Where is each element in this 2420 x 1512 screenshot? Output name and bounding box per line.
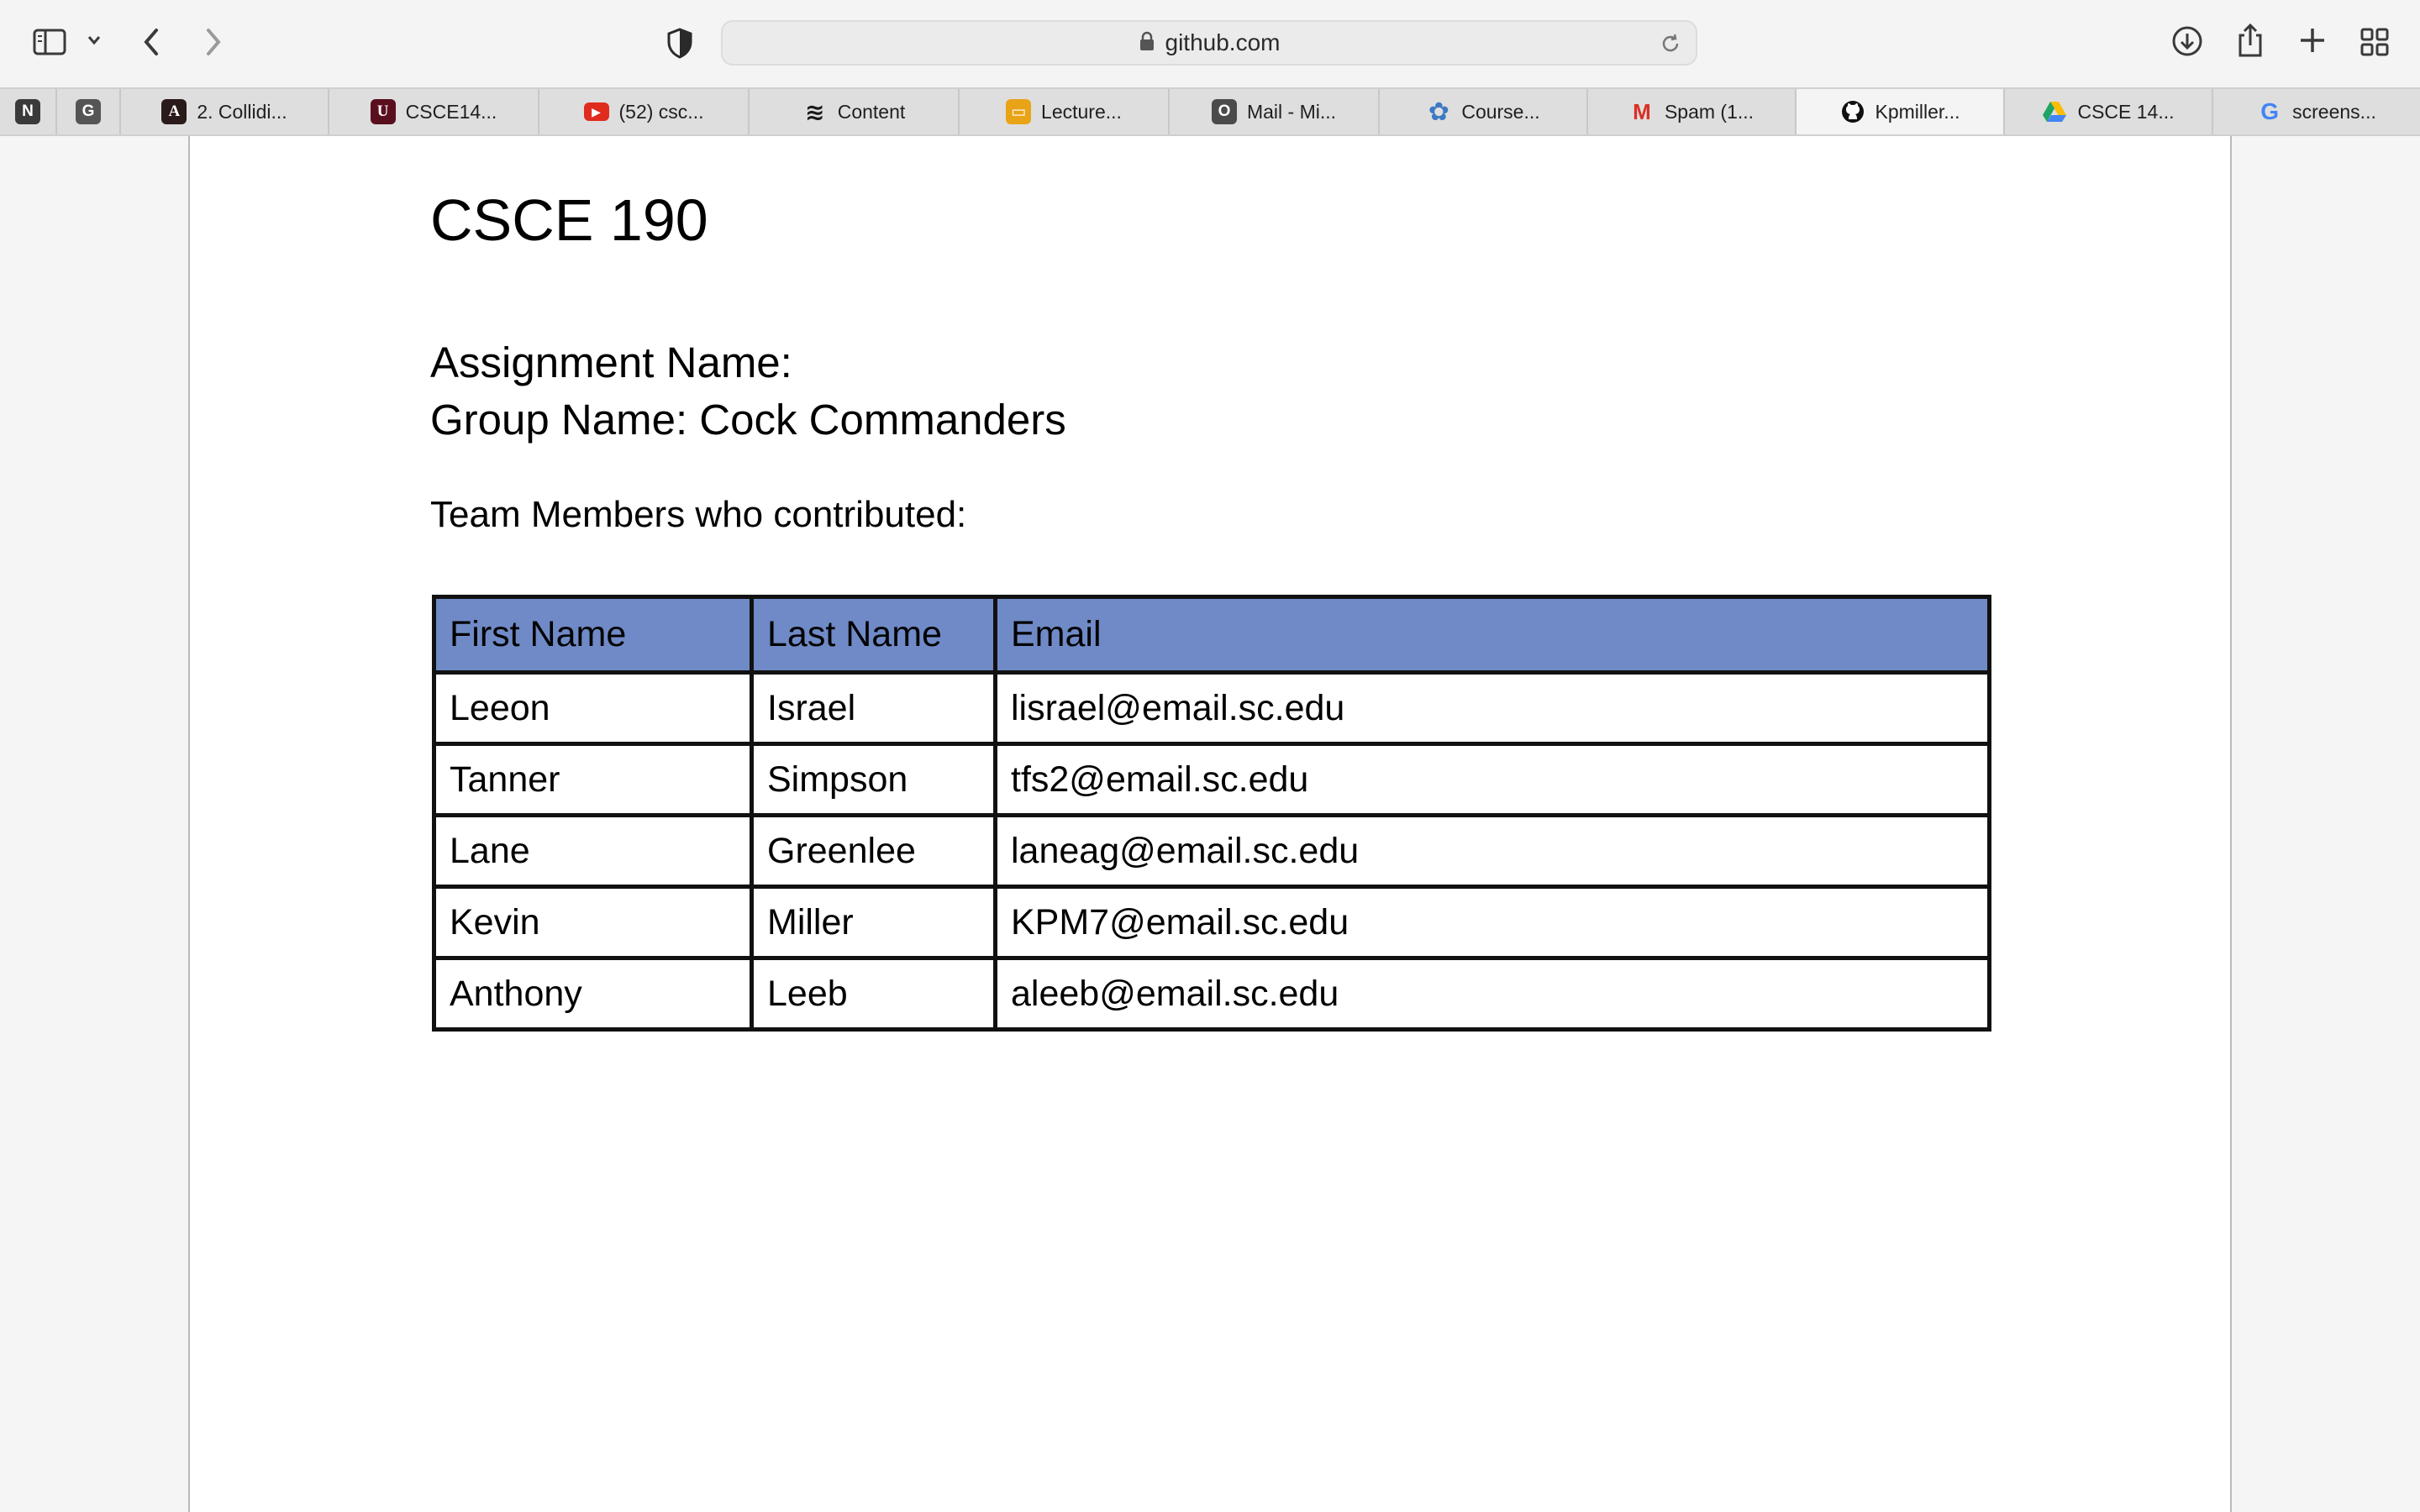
tab-spam[interactable]: M Spam (1... xyxy=(1588,89,1797,134)
cell-email: lisrael@email.sc.edu xyxy=(993,670,1991,746)
new-tab-icon[interactable] xyxy=(2297,25,2328,55)
notion-icon: N xyxy=(15,99,40,124)
tab-label: Course... xyxy=(1461,100,1540,123)
course-icon: ✿ xyxy=(1428,97,1449,126)
tab-overview-icon[interactable] xyxy=(2360,27,2390,57)
book-icon: A xyxy=(161,99,187,124)
tab-course[interactable]: ✿ Course... xyxy=(1380,89,1588,134)
cell-email: tfs2@email.sc.edu xyxy=(993,742,1991,817)
group-name-label: Group Name: Cock Commanders xyxy=(430,396,1066,444)
gradescope-icon: G xyxy=(76,99,101,124)
cell-first-name: Kevin xyxy=(432,885,754,960)
cell-first-name: Leeon xyxy=(432,670,754,746)
page-title: CSCE 190 xyxy=(430,187,708,253)
table-row: Leeon Israel lisrael@email.sc.edu xyxy=(432,670,1991,746)
column-header-first-name: First Name xyxy=(432,595,754,675)
tab-label: 2. Collidi... xyxy=(197,100,287,123)
share-icon[interactable] xyxy=(2235,22,2265,59)
cell-last-name: Greenlee xyxy=(750,813,997,889)
table-header-row: First Name Last Name Email xyxy=(432,595,1991,675)
team-members-label: Team Members who contributed: xyxy=(430,494,967,535)
tab-label: (52) csc... xyxy=(618,100,704,123)
tab-content[interactable]: ≋ Content xyxy=(750,89,960,134)
tab-screenshot-search[interactable]: G screens... xyxy=(2213,89,2420,134)
tab-label: CSCE 14... xyxy=(2077,100,2175,123)
usc-icon: U xyxy=(370,99,396,124)
google-icon: G xyxy=(2260,98,2280,124)
table-row: Tanner Simpson tfs2@email.sc.edu xyxy=(432,742,1991,817)
tab-label: Kpmiller... xyxy=(1875,100,1960,123)
cell-first-name: Anthony xyxy=(432,956,754,1032)
tab-youtube[interactable]: ▶ (52) csc... xyxy=(539,89,750,134)
content-icon: ≋ xyxy=(804,98,825,125)
github-icon xyxy=(1840,99,1865,124)
chevron-down-icon[interactable] xyxy=(86,34,103,47)
table-row: Anthony Leeb aleeb@email.sc.edu xyxy=(432,956,1991,1032)
privacy-shield-icon[interactable] xyxy=(666,27,694,59)
tab-pinned-2[interactable]: G xyxy=(57,89,121,134)
cell-email: laneag@email.sc.edu xyxy=(993,813,1991,889)
tab-bar: N G A 2. Collidi... U CSCE14... ▶ (52) c… xyxy=(0,87,2420,136)
forward-icon[interactable] xyxy=(200,25,225,59)
tab-collidi[interactable]: A 2. Collidi... xyxy=(121,89,329,134)
reload-icon[interactable] xyxy=(1659,32,1682,60)
cell-last-name: Miller xyxy=(750,885,997,960)
cell-last-name: Leeb xyxy=(750,956,997,1032)
youtube-icon: ▶ xyxy=(583,102,609,121)
assignment-name-label: Assignment Name: xyxy=(430,339,792,386)
page-viewport: CSCE 190 Assignment Name: Group Name: Co… xyxy=(0,136,2420,1512)
cell-last-name: Israel xyxy=(750,670,997,746)
column-header-last-name: Last Name xyxy=(750,595,997,675)
tab-csce14-usc[interactable]: U CSCE14... xyxy=(329,89,539,134)
address-bar[interactable]: github.com xyxy=(721,20,1697,66)
google-drive-icon xyxy=(2042,99,2067,124)
lock-icon xyxy=(1139,31,1155,55)
outlook-icon: O xyxy=(1211,99,1237,124)
tab-label: CSCE14... xyxy=(405,100,497,123)
tab-label: Content xyxy=(837,100,906,123)
tab-label: screens... xyxy=(2292,100,2376,123)
gmail-icon: M xyxy=(1633,98,1651,124)
browser-toolbar: github.com xyxy=(0,0,2420,87)
back-icon[interactable] xyxy=(139,25,165,59)
downloads-icon[interactable] xyxy=(2171,25,2203,57)
cell-last-name: Simpson xyxy=(750,742,997,817)
tab-lecture[interactable]: ▭ Lecture... xyxy=(960,89,1170,134)
url-text: github.com xyxy=(1165,29,1281,55)
slides-icon: ▭ xyxy=(1006,99,1032,124)
cell-first-name: Tanner xyxy=(432,742,754,817)
tab-label: Lecture... xyxy=(1041,100,1122,123)
tab-label: Spam (1... xyxy=(1664,100,1754,123)
cell-email: KPM7@email.sc.edu xyxy=(993,885,1991,960)
team-members-table: First Name Last Name Email Leeon Israel … xyxy=(432,595,1991,1032)
tab-kpmiller-active[interactable]: Kpmiller... xyxy=(1797,89,2005,134)
tab-pinned-1[interactable]: N xyxy=(0,89,57,134)
table-row: Kevin Miller KPM7@email.sc.edu xyxy=(432,885,1991,960)
table-row: Lane Greenlee laneag@email.sc.edu xyxy=(432,813,1991,889)
tab-csce14-drive[interactable]: CSCE 14... xyxy=(2005,89,2213,134)
tab-label: Mail - Mi... xyxy=(1246,100,1337,123)
column-header-email: Email xyxy=(993,595,1991,675)
sidebar-toggle-icon[interactable] xyxy=(32,25,69,59)
cell-first-name: Lane xyxy=(432,813,754,889)
cell-email: aleeb@email.sc.edu xyxy=(993,956,1991,1032)
assignment-info: Assignment Name: Group Name: Cock Comman… xyxy=(430,334,1066,449)
document-page: CSCE 190 Assignment Name: Group Name: Co… xyxy=(188,136,2232,1512)
tab-mail[interactable]: O Mail - Mi... xyxy=(1170,89,1380,134)
